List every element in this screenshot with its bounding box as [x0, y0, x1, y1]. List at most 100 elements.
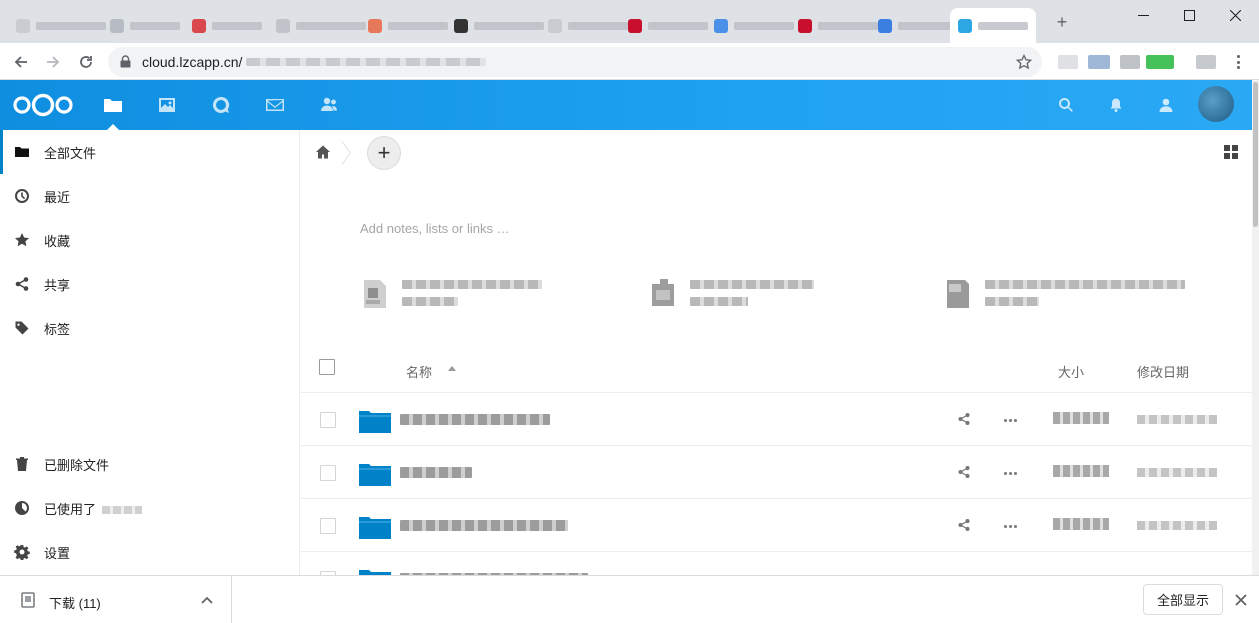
recommended-file[interactable]: [945, 276, 1185, 310]
browser-tab[interactable]: [706, 8, 802, 43]
tag-icon: [14, 320, 30, 336]
app-photos[interactable]: [155, 93, 179, 117]
show-all-downloads-button[interactable]: 全部显示: [1143, 584, 1223, 615]
more-actions-icon[interactable]: [1004, 518, 1022, 534]
back-button[interactable]: [8, 49, 34, 75]
nav-all-files[interactable]: 全部文件: [0, 130, 300, 174]
trash-icon: [14, 456, 30, 472]
reload-button[interactable]: [73, 49, 99, 75]
url-text: cloud.lzcapp.cn/: [142, 54, 243, 70]
url-path-redacted: [246, 58, 487, 66]
tab-favicon: [714, 18, 728, 33]
recommended-file[interactable]: [362, 276, 542, 310]
table-row[interactable]: [301, 552, 1252, 575]
extension-icon[interactable]: [1120, 55, 1140, 69]
tab-favicon: [110, 18, 124, 33]
maximize-button[interactable]: [1166, 0, 1212, 30]
nav-deleted-files[interactable]: 已删除文件: [0, 442, 300, 486]
new-file-button[interactable]: +: [367, 136, 401, 170]
app-files[interactable]: [101, 93, 125, 117]
close-window-button[interactable]: [1212, 0, 1258, 30]
user-avatar[interactable]: [1198, 86, 1234, 122]
browser-tab[interactable]: [268, 8, 374, 43]
tab-favicon: [454, 18, 468, 33]
sort-ascending-icon: [448, 366, 456, 371]
app-header: [0, 80, 1252, 130]
nav-recent[interactable]: 最近: [0, 174, 300, 218]
minimize-button[interactable]: [1120, 0, 1166, 30]
contacts-menu-button[interactable]: [1156, 95, 1176, 115]
browser-tab-strip: +: [0, 0, 1259, 43]
home-icon[interactable]: [315, 144, 331, 160]
row-checkbox[interactable]: [320, 518, 336, 534]
file-thumbnail-icon: [652, 279, 674, 306]
nav-tags[interactable]: 标签: [0, 306, 300, 350]
chevron-up-icon[interactable]: [199, 592, 215, 608]
browser-tab[interactable]: [184, 8, 270, 43]
more-actions-icon[interactable]: [1004, 465, 1022, 481]
browser-tab[interactable]: [8, 8, 114, 43]
nav-label: 共享: [44, 277, 71, 293]
forward-button[interactable]: [40, 49, 66, 75]
column-name-header[interactable]: 名称: [406, 362, 432, 381]
nav-shares[interactable]: 共享: [0, 262, 300, 306]
row-checkbox[interactable]: [320, 412, 336, 428]
nav-settings[interactable]: 设置: [0, 530, 300, 574]
folder-icon: [359, 570, 391, 575]
rich-workspace-placeholder[interactable]: Add notes, lists or links …: [360, 221, 510, 236]
mail-icon: [266, 99, 284, 111]
extension-icon[interactable]: [1146, 55, 1174, 69]
browser-tab-active[interactable]: [950, 8, 1036, 43]
nav-favorites[interactable]: 收藏: [0, 218, 300, 262]
column-size-header[interactable]: 大小: [1058, 362, 1084, 381]
nav-quota[interactable]: 已使用了: [0, 486, 300, 530]
notifications-button[interactable]: [1106, 95, 1126, 115]
bell-icon: [1110, 98, 1122, 112]
download-item-label: 下载 (11): [49, 596, 101, 611]
profile-icon[interactable]: [1196, 55, 1216, 69]
new-tab-button[interactable]: +: [1052, 12, 1072, 32]
table-row[interactable]: [301, 393, 1252, 446]
column-modified-header[interactable]: 修改日期: [1137, 362, 1189, 381]
file-thumbnail-icon: [364, 280, 386, 308]
share-icon[interactable]: [957, 465, 973, 481]
share-icon[interactable]: [957, 518, 973, 534]
extension-icon[interactable]: [1088, 55, 1110, 69]
nav-label: 收藏: [44, 233, 71, 249]
address-bar[interactable]: cloud.lzcapp.cn/: [108, 47, 1042, 77]
search-button[interactable]: [1056, 95, 1076, 115]
download-item[interactable]: 下载 (11): [0, 576, 232, 623]
file-date-redacted: [1137, 468, 1217, 477]
grid-view-toggle-icon[interactable]: [1224, 145, 1238, 159]
folder-icon: [359, 411, 391, 433]
more-actions-icon[interactable]: [1004, 412, 1022, 428]
browser-tab[interactable]: [446, 8, 552, 43]
share-icon[interactable]: [957, 412, 973, 428]
table-row[interactable]: [301, 499, 1252, 552]
file-size-redacted: [1053, 518, 1109, 530]
app-talk[interactable]: [209, 93, 233, 117]
nextcloud-logo[interactable]: [12, 92, 74, 118]
contacts-icon: [321, 97, 337, 111]
scrollbar-thumb[interactable]: [1253, 82, 1258, 227]
app-contacts[interactable]: [317, 93, 341, 117]
file-size-redacted: [1053, 465, 1109, 477]
tab-favicon: [16, 18, 30, 33]
browser-tab[interactable]: [360, 8, 456, 43]
nav-label: 全部文件: [44, 145, 97, 161]
nav-label: 标签: [44, 321, 71, 337]
browser-tab[interactable]: [102, 8, 188, 43]
close-icon[interactable]: [1233, 592, 1249, 608]
arrow-left-icon: [14, 56, 27, 68]
breadcrumb: +: [301, 130, 1252, 176]
recommended-file[interactable]: [650, 276, 814, 310]
table-row[interactable]: [301, 446, 1252, 499]
app-mail[interactable]: [263, 93, 287, 117]
row-checkbox[interactable]: [320, 465, 336, 481]
browser-menu-button[interactable]: [1230, 52, 1246, 72]
bookmark-star-icon[interactable]: [1015, 53, 1033, 70]
extension-icon[interactable]: [1058, 55, 1078, 69]
talk-icon: [212, 96, 230, 113]
browser-tab[interactable]: [620, 8, 716, 43]
select-all-checkbox[interactable]: [319, 359, 335, 375]
